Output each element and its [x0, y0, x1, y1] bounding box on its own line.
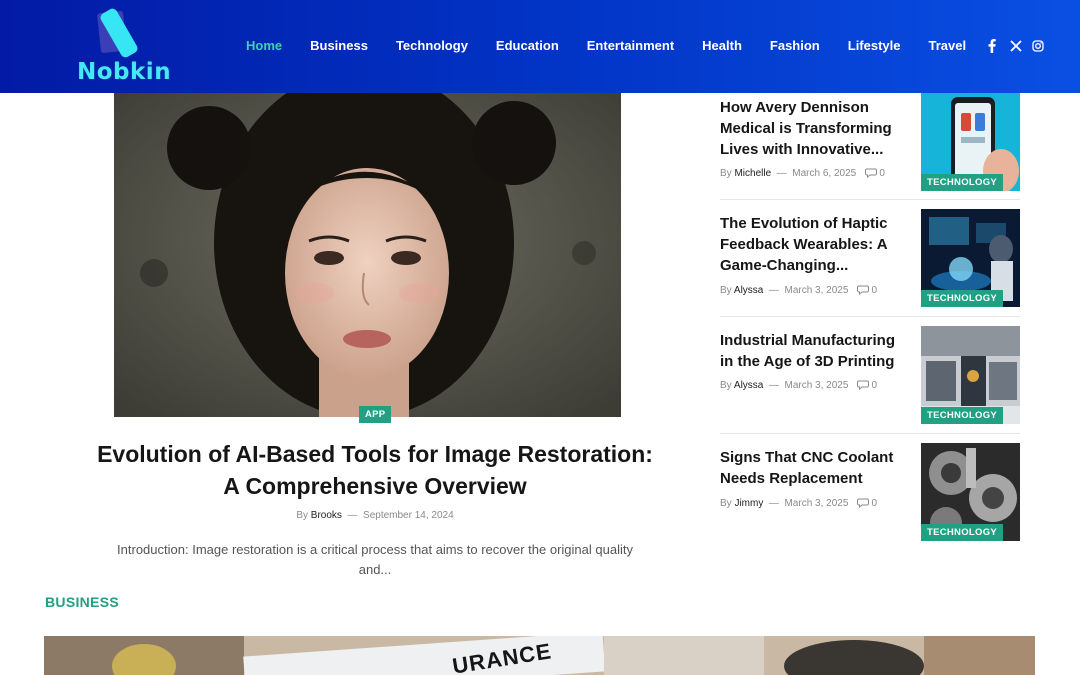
post-category-badge[interactable]: TECHNOLOGY [921, 407, 1004, 424]
post-divider [720, 316, 1020, 317]
post-author[interactable]: Alyssa [734, 285, 763, 296]
business-section-title[interactable]: BUSINESS [45, 594, 119, 610]
nav-item-entertainment[interactable]: Entertainment [587, 38, 674, 56]
post-date: March 3, 2025 [784, 498, 849, 509]
post-divider [720, 199, 1020, 200]
featured-category-badge[interactable]: APP [359, 406, 392, 423]
meta-separator: — [776, 168, 787, 179]
sidebar-post: The Evolution of Haptic Feedback Wearabl… [720, 209, 1020, 308]
featured-author[interactable]: Brooks [311, 510, 342, 521]
comment-icon [856, 285, 869, 295]
x-icon[interactable] [1010, 39, 1022, 53]
post-author[interactable]: Jimmy [734, 498, 763, 509]
post-date: March 6, 2025 [792, 168, 857, 179]
nav-item-travel[interactable]: Travel [929, 38, 967, 56]
meta-separator: — [768, 285, 779, 296]
sidebar-post-title[interactable]: The Evolution of Haptic Feedback Wearabl… [720, 213, 910, 276]
comment-icon [864, 168, 877, 178]
nav-item-health[interactable]: Health [702, 38, 742, 56]
post-divider [720, 433, 1020, 434]
sidebar-post-title[interactable]: Signs That CNC Coolant Needs Replacement [720, 447, 910, 489]
nav-item-business[interactable]: Business [310, 38, 368, 56]
sidebar-post-thumbnail[interactable]: TECHNOLOGY [921, 209, 1020, 307]
meta-by: By [720, 498, 732, 509]
site-header: Nobkin Home Business Technology Educatio… [0, 0, 1080, 93]
comment-count[interactable]: 0 [879, 168, 885, 179]
post-category-badge[interactable]: TECHNOLOGY [921, 290, 1004, 307]
sidebar-post-meta: By Alyssa — March 3, 2025 0 [720, 285, 877, 296]
instagram-icon[interactable] [1032, 39, 1044, 53]
post-date: March 3, 2025 [784, 380, 849, 391]
featured-date: September 14, 2024 [363, 510, 454, 521]
sidebar-post-thumbnail[interactable]: TECHNOLOGY [921, 326, 1020, 424]
main-nav: Home Business Technology Education Enter… [246, 38, 994, 56]
sidebar-post-thumbnail[interactable]: TECHNOLOGY [921, 93, 1020, 191]
meta-by: By [720, 168, 732, 179]
comment-count[interactable]: 0 [872, 285, 878, 296]
post-category-badge[interactable]: TECHNOLOGY [921, 524, 1004, 541]
nav-item-lifestyle[interactable]: Lifestyle [848, 38, 901, 56]
sidebar-post-title[interactable]: How Avery Dennison Medical is Transformi… [720, 97, 910, 160]
sidebar-post: Industrial Manufacturing in the Age of 3… [720, 326, 1020, 425]
nav-item-technology[interactable]: Technology [396, 38, 468, 56]
meta-by: By [720, 285, 732, 296]
sidebar-post-meta: By Alyssa — March 3, 2025 0 [720, 380, 877, 391]
social-links [988, 39, 1044, 53]
comment-count[interactable]: 0 [872, 380, 878, 391]
post-date: March 3, 2025 [784, 285, 849, 296]
nav-item-fashion[interactable]: Fashion [770, 38, 820, 56]
nav-item-education[interactable]: Education [496, 38, 559, 56]
sidebar-post-thumbnail[interactable]: TECHNOLOGY [921, 443, 1020, 541]
comment-count[interactable]: 0 [872, 498, 878, 509]
facebook-icon[interactable] [988, 39, 1000, 53]
post-author[interactable]: Alyssa [734, 380, 763, 391]
nav-item-home[interactable]: Home [246, 38, 282, 56]
logo-mark-icon [97, 8, 138, 58]
meta-separator: — [768, 498, 779, 509]
logo-text: Nobkin [77, 59, 172, 85]
meta-separator: — [347, 510, 358, 521]
featured-meta: By Brooks — September 14, 2024 [0, 510, 750, 521]
meta-by: By [720, 380, 732, 391]
meta-by: By [296, 510, 308, 521]
sidebar-post-title[interactable]: Industrial Manufacturing in the Age of 3… [720, 330, 910, 372]
sidebar-post: How Avery Dennison Medical is Transformi… [720, 93, 1020, 191]
sidebar-post-meta: By Michelle — March 6, 2025 0 [720, 168, 885, 179]
site-logo[interactable]: Nobkin [74, 6, 171, 86]
comment-icon [856, 380, 869, 390]
post-author[interactable]: Michelle [734, 168, 771, 179]
post-category-badge[interactable]: TECHNOLOGY [921, 174, 1004, 191]
business-featured-image[interactable]: URANCE [44, 636, 1035, 675]
featured-excerpt: Introduction: Image restoration is a cri… [117, 542, 633, 577]
featured-image[interactable] [114, 93, 621, 417]
sidebar-post: Signs That CNC Coolant Needs Replacement… [720, 443, 1020, 542]
featured-title[interactable]: Evolution of AI-Based Tools for Image Re… [90, 438, 660, 502]
sidebar-post-meta: By Jimmy — March 3, 2025 0 [720, 498, 877, 509]
comment-icon [856, 498, 869, 508]
meta-separator: — [768, 380, 779, 391]
